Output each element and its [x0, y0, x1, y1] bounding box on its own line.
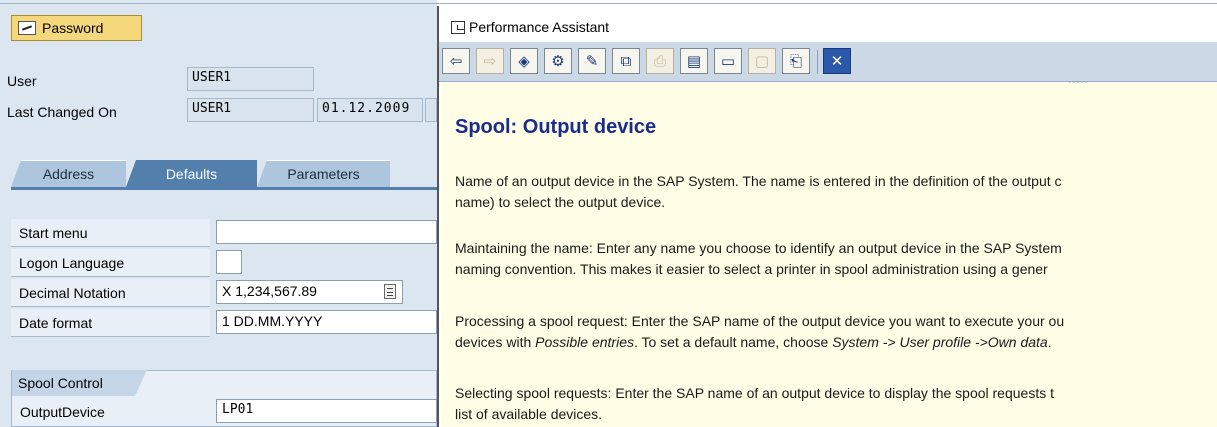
- menu-path-text: System -> User profile ->Own data: [832, 334, 1048, 350]
- help-text-fragment: . To set a default name, choose: [633, 334, 833, 350]
- spool-control-title: Spool Control: [12, 370, 147, 396]
- forward-arrow-icon[interactable]: ⇨: [476, 48, 504, 74]
- logon-language-input[interactable]: [216, 250, 242, 274]
- help-paragraph-3: Processing a spool request: Enter the SA…: [455, 311, 1217, 353]
- toolbar-separator: [817, 50, 818, 74]
- output-device-label: OutputDevice: [12, 398, 210, 426]
- close-icon[interactable]: ✕: [823, 48, 851, 74]
- help-text-line: list of available devices.: [455, 406, 603, 422]
- decimal-notation-label: Decimal Notation: [11, 279, 210, 307]
- print-preview-icon[interactable]: ⎙: [646, 48, 674, 74]
- last-changed-label: Last Changed On: [7, 104, 117, 120]
- compare-icon[interactable]: ⧉: [612, 48, 640, 74]
- date-format-select[interactable]: 1 DD.MM.YYYY: [216, 310, 437, 334]
- help-text-fragment: devices with: [455, 334, 536, 350]
- tab-address[interactable]: Address: [11, 160, 126, 187]
- decimal-notation-select[interactable]: X 1,234,567.89: [216, 280, 403, 304]
- logon-language-label: Logon Language: [11, 249, 210, 277]
- help-paragraph-4: Selecting spool requests: Enter the SAP …: [455, 383, 1217, 425]
- start-menu-label: Start menu: [11, 219, 210, 247]
- structure-icon[interactable]: ⚙: [544, 48, 572, 74]
- glossary-icon[interactable]: ▤: [680, 48, 708, 74]
- back-arrow-icon[interactable]: ⇦: [442, 48, 470, 74]
- top-divider: [0, 3, 1217, 4]
- edit-icon[interactable]: ✎: [578, 48, 606, 74]
- tab-strip: Address Defaults Parameters: [11, 160, 437, 187]
- decimal-notation-value: X 1,234,567.89: [222, 283, 317, 299]
- dropdown-icon[interactable]: [384, 284, 396, 299]
- output-device-input[interactable]: LP01: [216, 399, 437, 423]
- help-text-fragment: .: [1047, 334, 1052, 350]
- help-text-line: Selecting spool requests: Enter the SAP …: [455, 385, 1054, 401]
- help-text-line: Name of an output device in the SAP Syst…: [455, 173, 1062, 189]
- help-text-line: name) to select the output device.: [455, 194, 666, 210]
- password-button-label: Password: [42, 20, 104, 36]
- date-format-label: Date format: [11, 309, 210, 337]
- tab-underline: [11, 187, 437, 190]
- help-paragraph-2: Maintaining the name: Enter any name you…: [455, 238, 1217, 280]
- pa-title-bar: Performance Assistant: [439, 15, 1217, 39]
- help-text-line: devices with Possible entries. To set a …: [455, 332, 1217, 353]
- start-menu-input[interactable]: [216, 220, 437, 244]
- possible-entries-text: Possible entries: [535, 334, 634, 350]
- user-label: User: [7, 73, 37, 89]
- password-button[interactable]: Password: [11, 15, 142, 41]
- display-icon[interactable]: ▭: [714, 48, 742, 74]
- save-icon[interactable]: ▢: [748, 48, 776, 74]
- print-icon[interactable]: ⎗: [782, 48, 810, 74]
- tab-defaults[interactable]: Defaults: [126, 160, 257, 187]
- user-field: USER1: [187, 67, 314, 91]
- last-changed-user-field: USER1: [187, 98, 314, 122]
- password-icon: [18, 21, 36, 35]
- help-text-line: naming convention. This makes it easier …: [455, 261, 1048, 277]
- help-text-line: Processing a spool request: Enter the SA…: [455, 313, 1065, 329]
- last-changed-date-field: 01.12.2009: [317, 98, 423, 122]
- tab-parameters[interactable]: Parameters: [257, 160, 390, 187]
- technical-info-icon[interactable]: ◈: [510, 48, 538, 74]
- pa-title: Performance Assistant: [469, 19, 610, 35]
- help-paragraph-1: Name of an output device in the SAP Syst…: [455, 171, 1217, 213]
- help-heading: Spool: Output device: [455, 116, 657, 138]
- user-maintenance-panel: [0, 0, 437, 427]
- help-text-line: Maintaining the name: Enter any name you…: [455, 240, 1062, 256]
- pa-toolbar: ⇦ ⇨ ◈ ⚙ ✎ ⧉ ⎙ ▤ ▭ ▢ ⎗ ✕: [439, 42, 1217, 82]
- window-icon: [451, 20, 465, 34]
- last-changed-time-field: [425, 98, 437, 122]
